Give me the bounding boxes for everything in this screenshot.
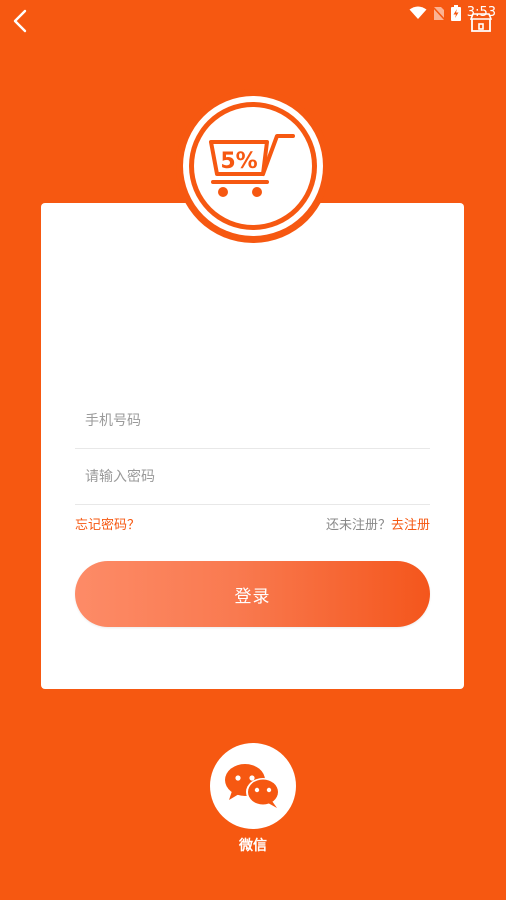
shopping-cart-icon: 5% xyxy=(209,134,295,197)
store-icon[interactable] xyxy=(470,12,492,32)
no-sim-icon xyxy=(432,5,445,21)
chevron-left-icon xyxy=(13,9,27,33)
wechat-login-button[interactable] xyxy=(210,743,296,829)
register-link[interactable]: 去注册 xyxy=(391,518,430,533)
password-field-row xyxy=(75,449,430,505)
logo-text: 5% xyxy=(220,149,257,174)
register-prompt: 还未注册？ xyxy=(325,518,391,533)
phone-input[interactable] xyxy=(75,393,430,448)
logo-face: 5% xyxy=(194,107,312,225)
battery-charging-icon xyxy=(450,5,461,21)
login-card: 忘记密码？ 还未注册？去注册 登录 xyxy=(41,203,464,689)
login-button[interactable]: 登录 xyxy=(75,561,430,627)
logo-ring-inner: 5% xyxy=(189,102,317,230)
logo-ring: 5% xyxy=(183,96,323,236)
back-button[interactable] xyxy=(8,8,32,34)
app-logo: 5% xyxy=(176,89,330,243)
register-row: 还未注册？去注册 xyxy=(326,514,430,533)
wechat-label: 微信 xyxy=(239,838,267,854)
phone-field-row xyxy=(75,393,430,449)
wifi-icon xyxy=(409,6,427,19)
forgot-password-link[interactable]: 忘记密码？ xyxy=(75,514,140,533)
status-bar: 3:53 xyxy=(0,0,506,28)
wechat-icon xyxy=(225,764,280,808)
password-input[interactable] xyxy=(75,449,430,504)
